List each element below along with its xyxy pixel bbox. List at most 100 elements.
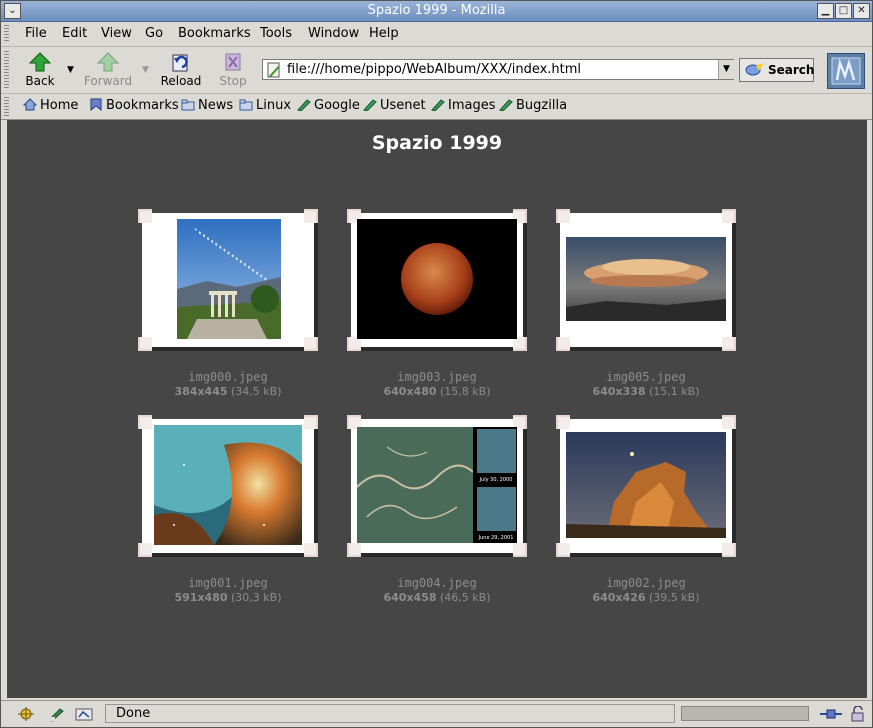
online-status-icon[interactable] bbox=[819, 706, 843, 722]
dimensions: 640x458 bbox=[383, 591, 437, 604]
photo-corner bbox=[513, 543, 527, 557]
filename[interactable]: img000.jpeg bbox=[128, 370, 328, 384]
menu-tools[interactable]: Tools bbox=[260, 26, 292, 41]
caption-img005: img005.jpeg 640x338 (15,1 kB) bbox=[546, 370, 746, 398]
image-meta: 640x458 (46,5 kB) bbox=[337, 591, 537, 604]
security-lock-icon[interactable] bbox=[849, 706, 867, 722]
image-meta: 640x426 (39,5 kB) bbox=[546, 591, 746, 604]
thumbnail-img000[interactable] bbox=[138, 209, 318, 351]
back-arrow-icon bbox=[29, 52, 51, 72]
image-meta: 640x480 (15,8 kB) bbox=[337, 385, 537, 398]
news-label: News bbox=[198, 98, 234, 113]
search-button[interactable]: Search bbox=[739, 58, 814, 82]
personal-bookmarks[interactable]: Bookmarks bbox=[89, 98, 179, 113]
filename[interactable]: img005.jpeg bbox=[546, 370, 746, 384]
navbar-grip[interactable] bbox=[4, 51, 9, 89]
stop-button[interactable]: Stop bbox=[208, 50, 258, 90]
close-button[interactable]: ✕ bbox=[853, 3, 870, 19]
forward-history-dropdown[interactable]: ▼ bbox=[142, 65, 149, 75]
photo-corner bbox=[347, 337, 361, 351]
image-meta: 384x445 (34,5 kB) bbox=[128, 385, 328, 398]
mozilla-logo-icon[interactable] bbox=[827, 53, 865, 89]
bookmarks-icon bbox=[90, 98, 102, 111]
filename[interactable]: img003.jpeg bbox=[337, 370, 537, 384]
stop-icon bbox=[225, 53, 241, 71]
menu-file[interactable]: File bbox=[25, 26, 47, 41]
filename[interactable]: img001.jpeg bbox=[128, 576, 328, 590]
filename[interactable]: img004.jpeg bbox=[337, 576, 537, 590]
thumbnail-img001[interactable] bbox=[138, 415, 318, 557]
photo-corner bbox=[722, 415, 736, 429]
bookmark-link-icon bbox=[499, 99, 513, 111]
dimensions: 640x480 bbox=[383, 385, 437, 398]
search-icon bbox=[745, 63, 764, 76]
menu-bar: File Edit View Go Bookmarks Tools Window… bbox=[1, 22, 872, 47]
menu-go[interactable]: Go bbox=[145, 26, 163, 41]
composer-icon[interactable] bbox=[75, 706, 93, 722]
photo-corner bbox=[138, 415, 152, 429]
menu-view[interactable]: View bbox=[101, 26, 132, 41]
url-history-dropdown[interactable]: ▼ bbox=[718, 60, 734, 79]
thumbnail-img004[interactable]: July 30, 2000 June 29, 2001 bbox=[347, 415, 527, 557]
reload-icon bbox=[172, 54, 188, 72]
dimensions: 640x338 bbox=[592, 385, 646, 398]
back-button[interactable]: Back bbox=[15, 50, 65, 90]
page-content[interactable]: Spazio 1999 img000.jpeg 384x445 (34,5 kB… bbox=[7, 120, 867, 698]
home-label: Home bbox=[40, 98, 79, 113]
personal-usenet[interactable]: Usenet bbox=[363, 98, 426, 113]
caption-img004: img004.jpeg 640x458 (46,5 kB) bbox=[337, 576, 537, 604]
navigator-icon[interactable] bbox=[17, 706, 35, 722]
linux-label: Linux bbox=[256, 98, 292, 113]
image-meta: 591x480 (30,3 kB) bbox=[128, 591, 328, 604]
title-bar[interactable]: ⌄ Spazio 1999 - Mozilla ▁ □ ✕ bbox=[1, 1, 872, 22]
photo-corner bbox=[138, 543, 152, 557]
dimensions: 384x445 bbox=[174, 385, 228, 398]
filename[interactable]: img002.jpeg bbox=[546, 576, 746, 590]
menu-help[interactable]: Help bbox=[369, 26, 399, 41]
reload-button[interactable]: Reload bbox=[156, 50, 206, 90]
image-meta: 640x338 (15,1 kB) bbox=[546, 385, 746, 398]
forward-button[interactable]: Forward bbox=[83, 50, 133, 90]
photo-corner bbox=[722, 337, 736, 351]
back-label: Back bbox=[25, 74, 55, 88]
photo-lunar-eclipse bbox=[357, 219, 517, 339]
photo-corner bbox=[556, 415, 570, 429]
menubar-grip[interactable] bbox=[4, 25, 9, 43]
personal-linux[interactable]: Linux bbox=[239, 98, 291, 113]
personal-home[interactable]: Home bbox=[23, 98, 78, 113]
google-label: Google bbox=[314, 98, 360, 113]
progress-bar bbox=[681, 706, 809, 721]
inset-date-top: July 30, 2000 bbox=[479, 477, 513, 483]
photo-corner bbox=[304, 543, 318, 557]
page-proxy-icon[interactable] bbox=[266, 62, 282, 78]
menu-bookmarks[interactable]: Bookmarks bbox=[178, 26, 251, 41]
menu-edit[interactable]: Edit bbox=[62, 26, 87, 41]
personal-news[interactable]: News bbox=[181, 98, 233, 113]
filesize: (46,5 kB) bbox=[440, 591, 491, 604]
photo-corner bbox=[556, 209, 570, 223]
thumbnail-img003[interactable] bbox=[347, 209, 527, 351]
folder-icon bbox=[181, 99, 195, 111]
url-bar[interactable]: file:///home/pippo/WebAlbum/XXX/index.ht… bbox=[262, 59, 734, 80]
thumbnail-img005[interactable] bbox=[556, 209, 736, 351]
personal-toolbar: Home Bookmarks News Linux Google Usenet … bbox=[1, 94, 872, 120]
menu-window[interactable]: Window bbox=[308, 26, 359, 41]
mail-icon[interactable] bbox=[47, 706, 65, 722]
back-history-dropdown[interactable]: ▼ bbox=[67, 65, 74, 75]
status-bar: Done bbox=[1, 700, 872, 728]
images-label: Images bbox=[448, 98, 496, 113]
url-text[interactable]: file:///home/pippo/WebAlbum/XXX/index.ht… bbox=[287, 62, 581, 77]
personal-bugzilla[interactable]: Bugzilla bbox=[499, 98, 567, 113]
home-icon bbox=[23, 98, 37, 111]
maximize-button[interactable]: □ bbox=[835, 3, 852, 19]
thumbnail-img002[interactable] bbox=[556, 415, 736, 557]
caption-img003: img003.jpeg 640x480 (15,8 kB) bbox=[337, 370, 537, 398]
filesize: (15,1 kB) bbox=[649, 385, 700, 398]
minimize-button[interactable]: ▁ bbox=[817, 3, 834, 19]
forward-label: Forward bbox=[83, 74, 133, 88]
reload-label: Reload bbox=[160, 74, 202, 88]
personal-images[interactable]: Images bbox=[431, 98, 496, 113]
personalbar-grip[interactable] bbox=[4, 97, 9, 116]
personal-google[interactable]: Google bbox=[297, 98, 360, 113]
caption-img002: img002.jpeg 640x426 (39,5 kB) bbox=[546, 576, 746, 604]
